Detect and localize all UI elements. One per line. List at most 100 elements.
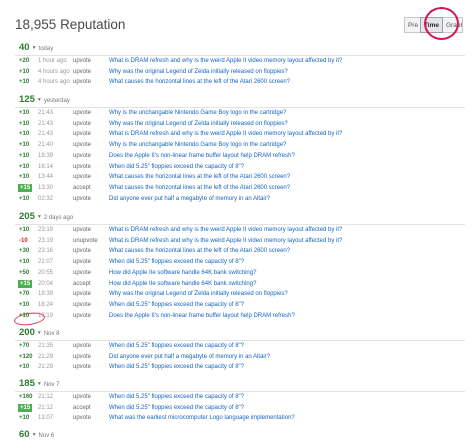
day-header[interactable]: 60 ▼ Nov 6 [15, 429, 54, 441]
question-link[interactable]: What causes the horizontal lines at the … [109, 77, 290, 87]
event-time: 02:32 [38, 195, 54, 202]
tab-previous[interactable]: Pre [403, 17, 420, 33]
question-link[interactable]: Why was the original Legend of Zelda ini… [109, 67, 288, 77]
reputation-title: Reputation [60, 17, 126, 32]
reputation-amount: +15 [18, 279, 33, 288]
reputation-amount: +10 [19, 163, 30, 170]
reputation-row: +10 13:44 upvote What causes the horizontal… [15, 172, 465, 182]
question-link[interactable]: How did Apple IIe software handle 64K ba… [109, 268, 256, 278]
reputation-row: +10 18:19 upvote Does the Apple II's non-li… [15, 311, 465, 321]
question-link[interactable]: What is DRAM refresh and why is the weir… [109, 56, 342, 66]
question-link[interactable]: Why was the original Legend of Zelda ini… [109, 289, 288, 299]
question-link[interactable]: What causes the horizontal lines at the … [109, 246, 290, 256]
caret-down-icon[interactable]: ▼ [37, 97, 42, 103]
question-link[interactable]: When did 5.25" floppies exceed the capac… [109, 362, 244, 372]
day-label: Nov 7 [43, 382, 60, 388]
day-header[interactable]: 125 ▼ yesterday [15, 94, 70, 106]
reputation-amount: +30 [19, 248, 30, 255]
reputation-amount: +10 [19, 227, 30, 233]
event-time: 20:04 [38, 280, 54, 287]
event-time: 18:24 [38, 301, 54, 308]
question-link[interactable]: When did 5.25" floppies exceed the capac… [109, 341, 244, 351]
event-time: 23:19 [38, 237, 54, 244]
question-link[interactable]: When did 5.25" floppies exceed the capac… [109, 403, 244, 413]
reputation-amount: +10 [19, 142, 30, 149]
reputation-amount: +70 [19, 343, 30, 349]
event-type: unupvote [73, 237, 98, 244]
day-total: 185 [19, 378, 35, 389]
reputation-row: +50 20:55 upvote How did Apple IIe software… [15, 268, 465, 278]
event-type: upvote [73, 248, 92, 255]
question-link[interactable]: When did 5.25" floppies exceed the capac… [109, 162, 244, 172]
day-header[interactable]: 200 ▼ Nov 8 [15, 327, 60, 339]
question-link[interactable]: Why is the unchangable Nintendo Game Boy… [109, 140, 286, 150]
event-time: 23:16 [38, 248, 54, 255]
caret-down-icon[interactable]: ▼ [37, 214, 42, 220]
reputation-row: +10 16:14 upvote When did 5.25" floppies ex… [15, 162, 465, 172]
question-link[interactable]: What causes the horizontal lines at the … [109, 183, 290, 193]
caret-down-icon[interactable]: ▼ [32, 432, 37, 438]
caret-down-icon[interactable]: ▼ [37, 330, 42, 336]
event-type: upvote [73, 394, 92, 400]
event-type: upvote [73, 353, 92, 360]
reputation-row: +20 1 hour ago upvote What is DRAM refresh … [15, 56, 465, 66]
event-type: upvote [73, 291, 92, 298]
reputation-row: +10 21:43 upvote Why was the original Legen… [15, 119, 465, 129]
question-link[interactable]: Why is the unchangable Nintendo Game Boy… [109, 108, 286, 118]
reputation-amount: +10 [19, 174, 30, 181]
reputation-row: +15 20:04 accept How did Apple IIe software… [15, 279, 465, 289]
reputation-row: +10 4 hours ago upvote Why was the original… [15, 67, 465, 77]
day-total: 205 [19, 211, 35, 222]
caret-down-icon[interactable]: ▼ [32, 45, 37, 51]
reputation-amount: +20 [19, 58, 30, 64]
question-link[interactable]: Did anyone ever put half a megabyte of m… [109, 194, 270, 204]
question-link[interactable]: How did Apple IIe software handle 64K ba… [109, 279, 256, 289]
day-label: 2 days ago [43, 215, 74, 221]
event-time: 21:43 [38, 120, 54, 127]
question-link[interactable]: When did 5.25" floppies exceed the capac… [109, 300, 244, 310]
event-time: 13:07 [38, 415, 54, 422]
day-header[interactable]: 205 ▼ 2 days ago [15, 211, 73, 223]
question-link[interactable]: What causes the horizontal lines at the … [109, 172, 290, 182]
event-time: 4 hours ago [38, 68, 70, 75]
event-time: 18:39 [38, 152, 54, 159]
reputation-row: +15 13:30 accept What causes the horizontal… [15, 183, 465, 193]
question-link[interactable]: Does the Apple II's non-linear frame buf… [109, 151, 295, 161]
question-link[interactable]: What is DRAM refresh and why is the weir… [109, 236, 342, 246]
question-link[interactable]: What was the earliest microcomputer Logo… [109, 413, 295, 423]
question-link[interactable]: When did 5.25" floppies exceed the capac… [109, 257, 244, 267]
event-time: 13:44 [38, 174, 54, 181]
reputation-amount: +10 [19, 415, 30, 422]
day-header[interactable]: 40 ▼ today [15, 42, 53, 54]
reputation-amount: +10 [19, 110, 30, 116]
question-link[interactable]: What is DRAM refresh and why is the weir… [109, 129, 342, 139]
question-link[interactable]: When did 5.25" floppies exceed the capac… [109, 392, 244, 402]
reputation-amount: +50 [19, 269, 30, 276]
event-type: upvote [73, 79, 92, 86]
reputation-amount: +10 [19, 152, 30, 159]
reputation-row: +10 21:07 upvote When did 5.25" floppies ex… [15, 257, 465, 267]
day-header[interactable]: 185 ▼ Nov 7 [15, 378, 60, 390]
caret-down-icon[interactable]: ▼ [37, 381, 42, 387]
reputation-row: +10 21:40 upvote Why is the unchangable Nin… [15, 140, 465, 150]
question-link[interactable]: Did anyone ever put half a megabyte of m… [109, 352, 270, 362]
question-link[interactable]: Why was the original Legend of Zelda ini… [109, 119, 288, 129]
question-link[interactable]: Does the Apple II's non-linear frame buf… [109, 311, 295, 321]
event-time: 20:55 [38, 269, 54, 276]
reputation-amount: +70 [19, 291, 30, 298]
day-total: 40 [19, 42, 30, 53]
event-type: upvote [73, 312, 92, 319]
event-time: 21:40 [38, 142, 54, 149]
reputation-amount: +10 [19, 259, 30, 266]
question-link[interactable]: What is DRAM refresh and why is the weir… [109, 225, 342, 235]
event-type: accept [73, 184, 91, 191]
event-type: upvote [73, 68, 92, 75]
reputation-row: +10 21:29 upvote When did 5.25" floppies ex… [15, 362, 465, 372]
event-type: upvote [73, 259, 92, 266]
event-time: 21:35 [38, 343, 54, 349]
event-time: 19:39 [38, 291, 54, 298]
event-type: upvote [73, 415, 92, 422]
event-time: 13:30 [38, 184, 54, 191]
event-time: 21:07 [38, 259, 54, 266]
event-time: 21:29 [38, 353, 54, 360]
